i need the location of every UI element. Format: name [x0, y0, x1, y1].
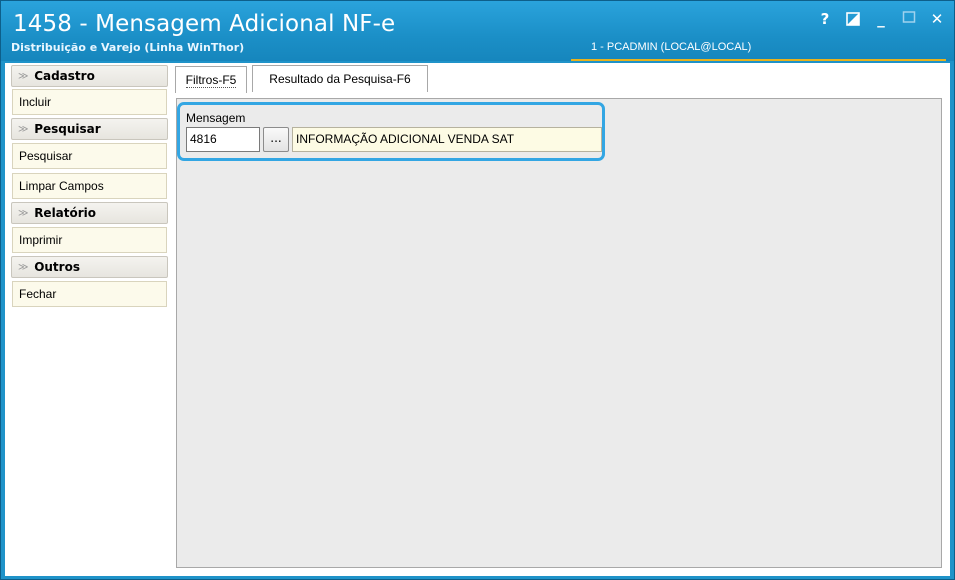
- minimize-button[interactable]: _: [874, 10, 888, 28]
- limpar-campos-button[interactable]: Limpar Campos: [12, 173, 167, 199]
- lookup-button[interactable]: ...: [263, 127, 289, 152]
- section-header-pesquisar[interactable]: ≫ Pesquisar: [11, 118, 168, 140]
- user-status-bar: 1 - PCADMIN (LOCAL@LOCAL): [571, 41, 946, 61]
- section-title: Outros: [34, 260, 80, 274]
- section-header-outros[interactable]: ≫ Outros: [11, 256, 168, 278]
- help-button[interactable]: ?: [818, 10, 832, 28]
- mensagem-description-field: INFORMAÇÃO ADICIONAL VENDA SAT: [292, 127, 602, 152]
- maximize-button[interactable]: [902, 10, 916, 28]
- tab-label: Filtros-F5: [185, 73, 237, 88]
- mensagem-code-input[interactable]: 4816: [186, 127, 260, 152]
- mensagem-field-group: Mensagem 4816 ... INFORMAÇÃO ADICIONAL V…: [177, 102, 605, 161]
- tab-resultado-pesquisa[interactable]: Resultado da Pesquisa-F6: [252, 65, 428, 92]
- section-header-cadastro[interactable]: ≫ Cadastro: [11, 65, 168, 87]
- window-controls: ? _ ✕: [818, 9, 944, 29]
- chevron-icon: ≫: [18, 71, 29, 82]
- section-title: Relatório: [34, 206, 97, 220]
- pesquisar-button[interactable]: Pesquisar: [12, 143, 167, 169]
- action-sidebar: ≫ Cadastro Incluir ≫ Pesquisar Pesquisar…: [8, 63, 170, 576]
- application-window: 1458 - Mensagem Adicional NF-e Distribui…: [0, 0, 955, 580]
- fechar-button[interactable]: Fechar: [12, 281, 167, 307]
- window-title: 1458 - Mensagem Adicional NF-e: [13, 11, 396, 37]
- tab-label: Resultado da Pesquisa-F6: [269, 72, 411, 86]
- chevron-icon: ≫: [18, 262, 29, 273]
- chevron-icon: ≫: [18, 124, 29, 135]
- title-bar[interactable]: 1458 - Mensagem Adicional NF-e Distribui…: [1, 1, 954, 61]
- chevron-icon: ≫: [18, 208, 29, 219]
- tab-filtros[interactable]: Filtros-F5: [175, 66, 247, 93]
- user-label: 1 - PCADMIN (LOCAL@LOCAL): [591, 41, 752, 53]
- theme-toggle-icon[interactable]: [846, 12, 860, 26]
- section-title: Cadastro: [34, 69, 95, 83]
- client-area: ≫ Cadastro Incluir ≫ Pesquisar Pesquisar…: [5, 63, 950, 576]
- window-subtitle: Distribuição e Varejo (Linha WinThor): [11, 41, 245, 54]
- section-title: Pesquisar: [34, 122, 101, 136]
- imprimir-button[interactable]: Imprimir: [12, 227, 167, 253]
- close-button[interactable]: ✕: [930, 10, 944, 28]
- mensagem-label: Mensagem: [186, 111, 246, 125]
- incluir-button[interactable]: Incluir: [12, 89, 167, 115]
- filters-panel: Mensagem 4816 ... INFORMAÇÃO ADICIONAL V…: [176, 98, 942, 568]
- section-header-relatorio[interactable]: ≫ Relatório: [11, 202, 168, 224]
